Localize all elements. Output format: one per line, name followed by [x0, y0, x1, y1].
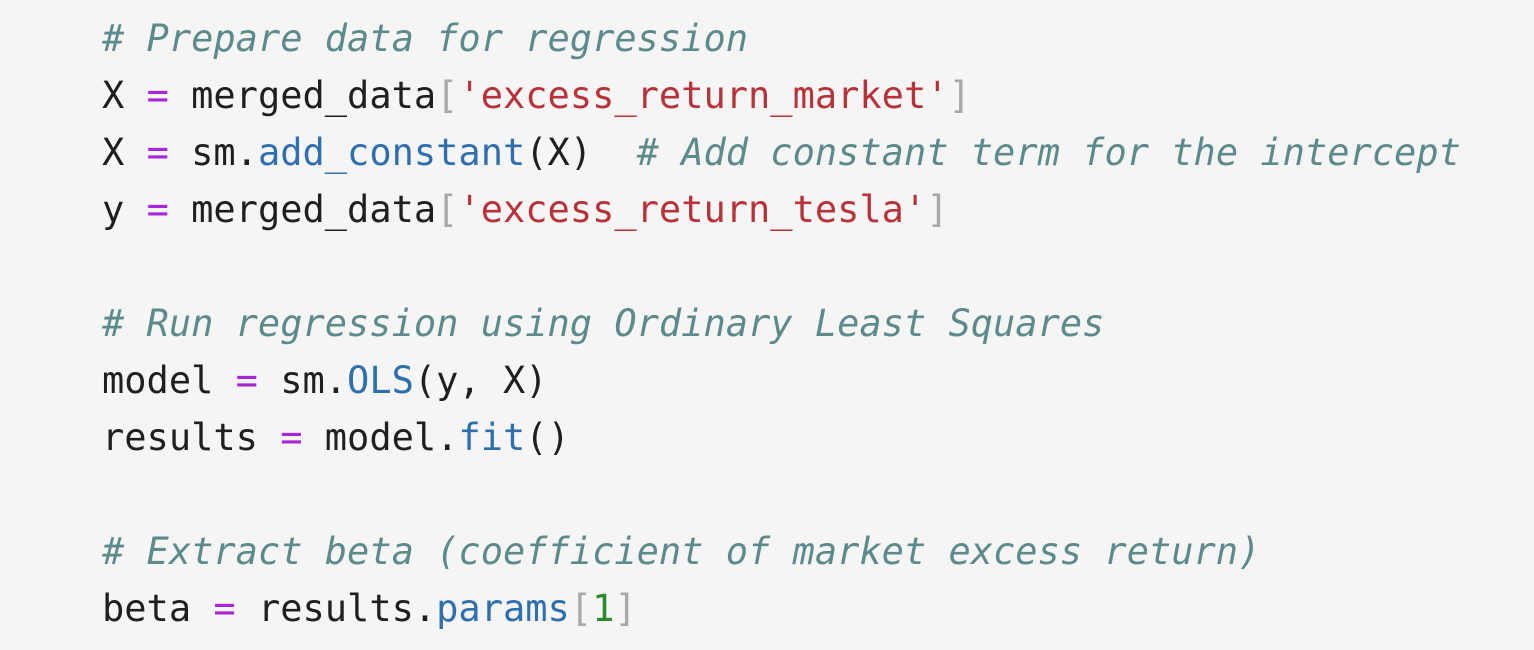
- code-line-comment-prepare: # Prepare data for regression: [102, 10, 1534, 67]
- object: results.: [235, 587, 437, 630]
- variable: results: [102, 416, 281, 459]
- attribute-name: params: [436, 587, 570, 630]
- close-bracket: ]: [614, 587, 637, 630]
- close-bracket: ]: [948, 74, 971, 117]
- call-arguments: (): [525, 416, 570, 459]
- object: model.: [302, 416, 459, 459]
- function-name: add_constant: [257, 131, 526, 174]
- variable: beta: [102, 587, 214, 630]
- string-literal: 'excess_return_market': [458, 74, 949, 117]
- close-bracket: ]: [926, 188, 949, 231]
- code-line-x-assign: X = merged_data['excess_return_market']: [102, 67, 1534, 124]
- code-line-model: model = sm.OLS(y, X): [102, 352, 1534, 409]
- code-line-comment-run: # Run regression using Ordinary Least Sq…: [102, 295, 1534, 352]
- code-line-comment-extract: # Extract beta (coefficient of market ex…: [102, 523, 1534, 580]
- string-literal: 'excess_return_tesla': [458, 188, 927, 231]
- call-arguments: (y, X): [413, 359, 548, 402]
- function-name: fit: [458, 416, 526, 459]
- variable: X: [102, 131, 147, 174]
- variable: model: [102, 359, 236, 402]
- assign-operator: =: [146, 74, 169, 117]
- comment: # Run regression using Ordinary Least Sq…: [102, 302, 1105, 345]
- open-bracket: [: [436, 74, 459, 117]
- variable: X: [102, 74, 147, 117]
- code-line-beta: beta = results.params[1]: [102, 580, 1534, 637]
- code-line-x-add-constant: X = sm.add_constant(X) # Add constant te…: [102, 124, 1534, 181]
- number-literal: 1: [592, 587, 615, 630]
- assign-operator: =: [146, 188, 169, 231]
- code-line-y-assign: y = merged_data['excess_return_tesla']: [102, 181, 1534, 238]
- expression: merged_data: [168, 74, 437, 117]
- inline-comment: # Add constant term for the intercept: [592, 131, 1461, 174]
- call-arguments: (X): [525, 131, 593, 174]
- comment: # Prepare data for regression: [102, 17, 749, 60]
- code-block: # Prepare data for regression X = merged…: [0, 0, 1534, 650]
- open-bracket: [: [569, 587, 593, 630]
- assign-operator: =: [235, 359, 258, 402]
- assign-operator: =: [280, 416, 303, 459]
- comment: # Extract beta (coefficient of market ex…: [102, 530, 1261, 573]
- expression: merged_data: [168, 188, 437, 231]
- object: sm.: [257, 359, 348, 402]
- code-line-results: results = model.fit(): [102, 409, 1534, 466]
- function-name: OLS: [347, 359, 414, 402]
- variable: y: [102, 188, 147, 231]
- object: sm.: [168, 131, 258, 174]
- assign-operator: =: [146, 131, 169, 174]
- assign-operator: =: [213, 587, 236, 630]
- open-bracket: [: [436, 188, 459, 231]
